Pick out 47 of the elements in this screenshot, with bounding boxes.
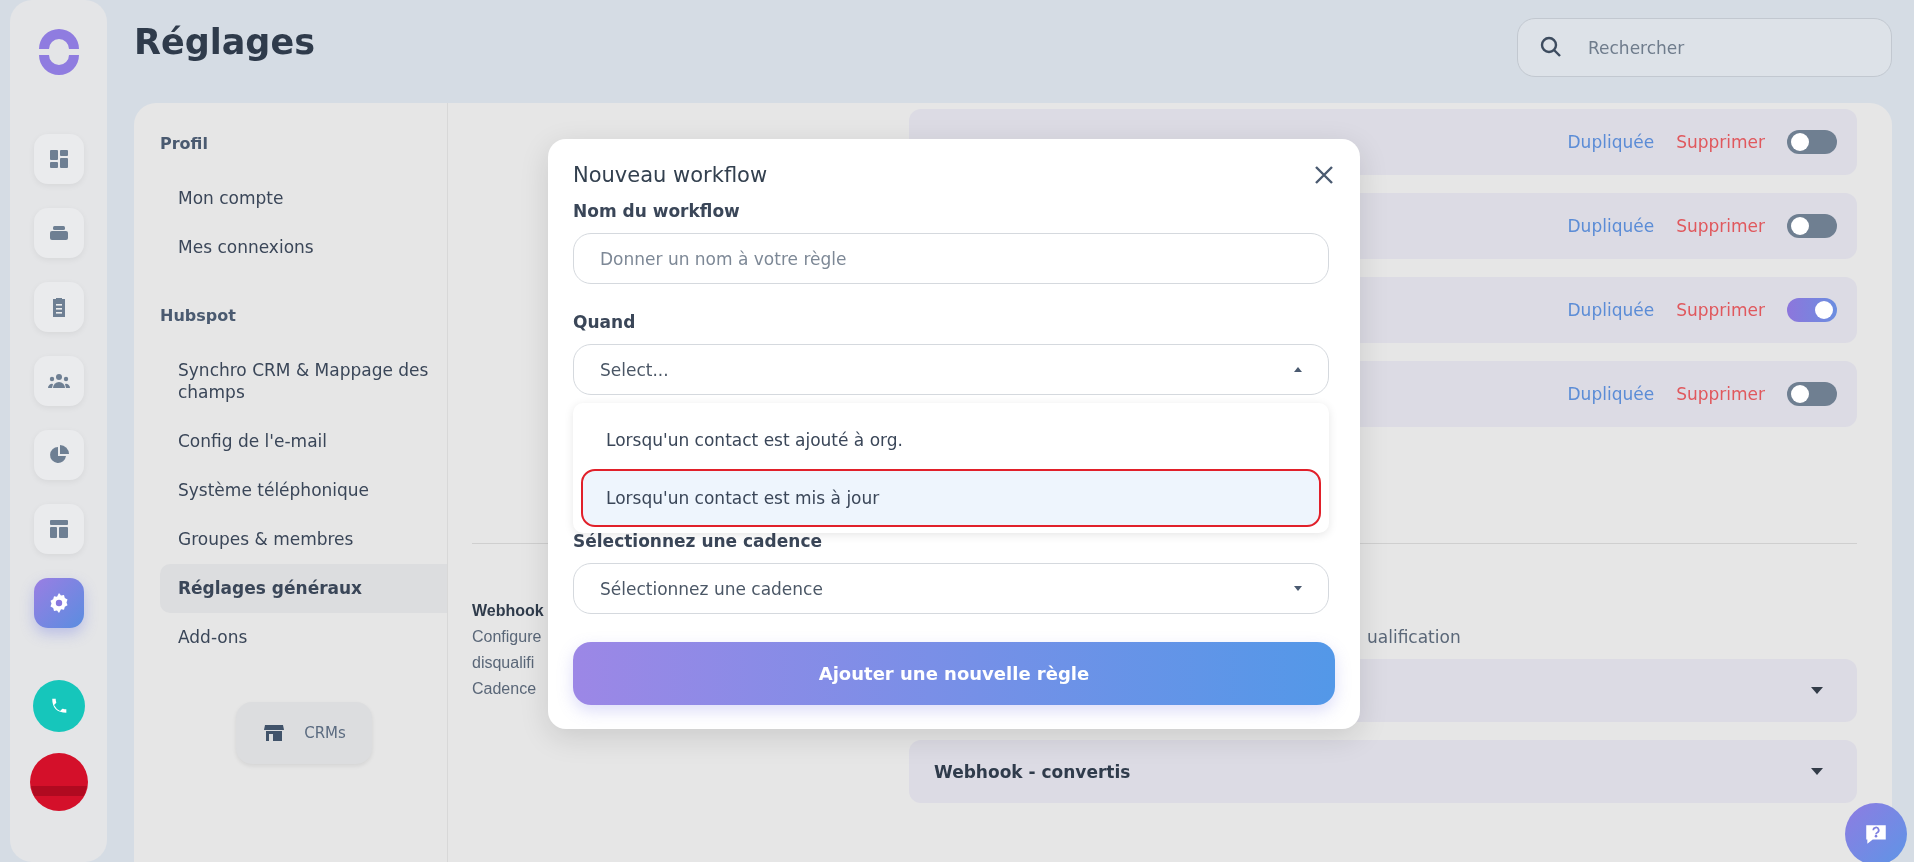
description-text: Configure	[472, 627, 542, 647]
toggle-switch[interactable]	[1787, 382, 1837, 406]
select-field[interactable]: Select...	[573, 344, 1329, 395]
description-text: disqualifi	[472, 653, 535, 673]
layout-button[interactable]	[33, 504, 84, 554]
close-icon[interactable]	[1314, 165, 1334, 185]
pie-button[interactable]	[33, 430, 84, 480]
page-title: Réglages	[134, 22, 315, 62]
settings-nav-item[interactable]: Add-ons	[160, 612, 447, 662]
dialog-title: Nouveau workflow	[573, 163, 768, 187]
settings-nav-item[interactable]: Système téléphonique	[160, 465, 447, 515]
settings-nav-item[interactable]: Groupes & membres	[160, 514, 447, 564]
settings-nav-item[interactable]: Config de l'e-mail	[160, 416, 447, 466]
settings-button[interactable]	[33, 578, 84, 628]
avatar[interactable]	[28, 752, 89, 812]
description-text: ualification	[1367, 627, 1461, 647]
clipboard-button[interactable]	[33, 282, 84, 332]
field-label: Quand	[573, 312, 637, 332]
description-text: Cadence	[472, 679, 537, 699]
caret-icon	[1294, 586, 1302, 591]
settings-nav-item[interactable]: Réglages généraux	[160, 563, 447, 613]
section-heading: Hubspot	[160, 305, 237, 328]
crms-button[interactable]: CRMs	[236, 701, 372, 764]
dropdown-option[interactable]: Lorsqu'un contact est ajouté à org.	[581, 411, 1321, 469]
workflow-name-field[interactable]: Donner un nom à votre règle	[573, 233, 1329, 284]
field-label: Sélectionnez une cadence	[573, 531, 823, 551]
dropdown-option[interactable]: Lorsqu'un contact est mis à jour	[581, 469, 1321, 527]
caret-icon	[1811, 686, 1823, 695]
webhook-accordion[interactable]: Webhook - convertis	[909, 740, 1857, 803]
toggle-switch[interactable]	[1787, 298, 1837, 322]
select-field[interactable]: Sélectionnez une cadence	[573, 563, 1329, 614]
search-field[interactable]: Rechercher	[1517, 18, 1892, 77]
dashboard-button[interactable]	[33, 134, 84, 184]
people-button[interactable]	[33, 356, 84, 406]
caret-icon	[1294, 367, 1302, 372]
inbox-button[interactable]	[33, 208, 84, 258]
toggle-switch[interactable]	[1787, 214, 1837, 238]
section-title: Webhook	[472, 602, 544, 620]
caret-icon	[1811, 767, 1823, 776]
field-label: Nom du workflow	[573, 201, 741, 221]
toggle-switch[interactable]	[1787, 130, 1837, 154]
help-chat-button[interactable]	[1845, 803, 1907, 862]
search-icon	[1539, 35, 1563, 59]
settings-nav-item[interactable]: Mes connexions	[160, 222, 447, 272]
section-heading: Profil	[160, 133, 209, 155]
settings-nav-item[interactable]: Synchro CRM & Mappage des champs	[160, 345, 447, 417]
settings-nav-item[interactable]: Mon compte	[160, 173, 447, 223]
